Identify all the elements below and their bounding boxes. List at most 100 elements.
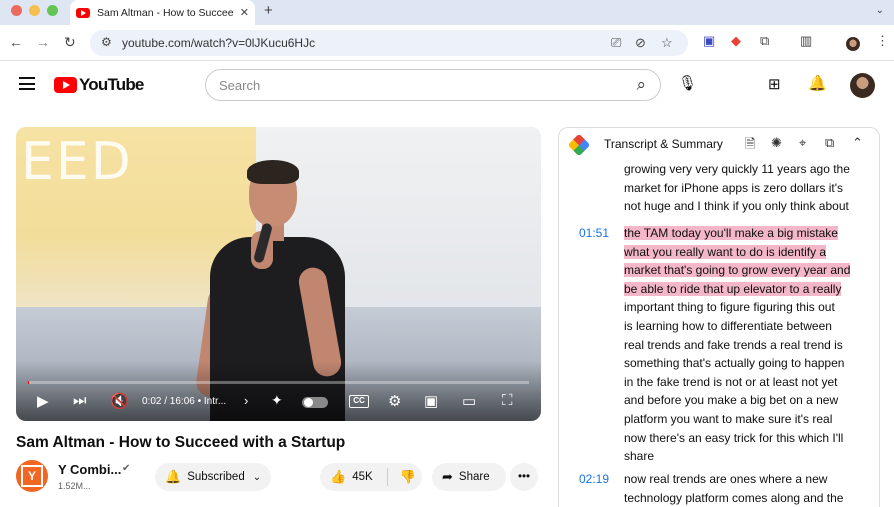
copy-icon[interactable]: ⧉ bbox=[825, 135, 834, 151]
play-icon[interactable]: ▶ bbox=[37, 392, 49, 410]
subscribed-label: Subscribed bbox=[187, 471, 245, 483]
hamburger-menu-icon[interactable] bbox=[19, 77, 35, 94]
kebab-menu-icon[interactable]: ⋮ bbox=[876, 33, 889, 49]
youtube-play-icon bbox=[54, 77, 77, 93]
window-minimize-button[interactable] bbox=[29, 5, 40, 16]
transcript-line-row: the TAM today you'll make a big mistake bbox=[624, 224, 850, 243]
collapse-chevron-icon[interactable]: ⌃ bbox=[852, 135, 863, 151]
transcript-line-row: be able to ride that up elevator to a re… bbox=[624, 280, 850, 299]
transcript-line-row: platform you want to make sure it's real bbox=[624, 410, 850, 429]
transcript-line: is learning how to differentiate between bbox=[624, 318, 832, 333]
reading-list-icon[interactable]: ▥ bbox=[800, 33, 812, 49]
theater-icon[interactable]: ▭ bbox=[462, 392, 476, 410]
thumbs-down-icon[interactable]: 👎 bbox=[400, 469, 416, 485]
window-close-button[interactable] bbox=[11, 5, 22, 16]
thumbs-up-icon[interactable]: 👍 bbox=[330, 469, 346, 485]
address-bar[interactable]: ⚙ youtube.com/watch?v=0lJKucu6HJc ⎚ ⊘ ☆ bbox=[90, 30, 688, 56]
target-icon[interactable]: ⌖ bbox=[799, 135, 806, 151]
transcript-line: technology platform comes along and the bbox=[624, 490, 844, 505]
mute-icon[interactable]: 🔇 bbox=[110, 392, 129, 410]
transcript-timestamp[interactable]: 01:51 bbox=[579, 226, 609, 240]
progress-bar[interactable] bbox=[28, 381, 529, 384]
transcript-line-row: now there's an easy trick for this which… bbox=[624, 429, 850, 448]
transcript-line: market for iPhone apps is zero dollars i… bbox=[624, 180, 844, 195]
search-icon[interactable]: ⌕ bbox=[636, 75, 646, 95]
search-input[interactable]: Search ⌕ bbox=[205, 69, 661, 101]
back-icon[interactable]: ← bbox=[9, 34, 23, 50]
transcript-line: not huge and I think if you only think a… bbox=[624, 199, 849, 214]
sparkle-icon[interactable]: ✦ bbox=[271, 392, 283, 409]
window-zoom-button[interactable] bbox=[47, 5, 58, 16]
transcript-line-row: what you really want to do is identify a bbox=[624, 243, 850, 262]
transcript-line-row: not huge and I think if you only think a… bbox=[624, 197, 850, 216]
transcript-text: now real trends are ones where a new tech… bbox=[624, 470, 843, 507]
bell-icon[interactable]: 🔔 bbox=[808, 74, 827, 92]
transcript-line: important thing to figure figuring this … bbox=[624, 300, 835, 315]
transcript-line: growing very very quickly 11 years ago t… bbox=[624, 162, 850, 176]
transcript-text: growing very very quickly 11 years ago t… bbox=[624, 160, 850, 216]
transcript-line-row: market that's going to grow every year a… bbox=[624, 261, 851, 280]
settings-gear-icon[interactable]: ⚙ bbox=[388, 392, 401, 410]
channel-name[interactable]: Y Combi... bbox=[58, 462, 121, 477]
extension-icon[interactable]: ▣ bbox=[703, 33, 715, 49]
avatar[interactable] bbox=[850, 73, 875, 98]
url-text[interactable]: youtube.com/watch?v=0lJKucu6HJc bbox=[122, 36, 315, 50]
gemini-icon[interactable]: ◆ bbox=[731, 33, 741, 49]
transcript-line-row: in the fake trend is not or at least not… bbox=[624, 373, 850, 392]
controls-gradient bbox=[16, 361, 541, 421]
browser-tab[interactable]: Sam Altman - How to Succee ✕ bbox=[70, 0, 255, 25]
puzzle-icon[interactable]: ⧉ bbox=[760, 33, 769, 49]
subscriber-count: 1.52M... bbox=[58, 481, 91, 491]
transcript-header: Transcript & Summary 🗎 ✺ ⌖ ⧉ ⌃ bbox=[559, 128, 879, 160]
miniplayer-icon[interactable]: ▣ bbox=[424, 392, 438, 410]
transcript-timestamp[interactable]: 02:19 bbox=[579, 472, 609, 486]
reload-icon[interactable]: ↻ bbox=[64, 34, 76, 51]
transcript-logo-icon bbox=[567, 133, 591, 157]
youtube-logo[interactable]: YouTube bbox=[54, 75, 144, 95]
video-player[interactable]: EED ▶ ⏭ 🔇 0:02 / 16:06 • Intr... › ✦ CC … bbox=[16, 127, 541, 421]
channel-avatar[interactable]: Y bbox=[16, 460, 48, 492]
forward-icon[interactable]: → bbox=[36, 34, 50, 50]
transcript-title: Transcript & Summary bbox=[604, 137, 723, 151]
next-icon[interactable]: ⏭ bbox=[73, 392, 87, 409]
cc-icon[interactable]: CC bbox=[349, 395, 369, 408]
chapter-label[interactable]: • Intr... bbox=[198, 396, 227, 407]
profile-icon[interactable] bbox=[846, 37, 860, 51]
mic-icon[interactable]: 🎙 bbox=[678, 74, 697, 92]
transcript-line-row: technology platform comes along and the bbox=[624, 489, 843, 507]
site-settings-icon[interactable]: ⚙ bbox=[101, 35, 112, 49]
notes-icon[interactable]: 🗎 bbox=[745, 135, 755, 157]
speaker-hair bbox=[247, 160, 299, 184]
bookmark-star-icon[interactable]: ☆ bbox=[661, 35, 673, 51]
transcript-text: the TAM today you'll make a big mistake w… bbox=[624, 224, 851, 466]
new-tab-button[interactable]: + bbox=[264, 2, 273, 19]
more-actions-button[interactable]: ••• bbox=[510, 463, 538, 491]
youtube-favicon-icon bbox=[76, 7, 90, 18]
highlighted-transcript-line: be able to ride that up elevator to a re… bbox=[624, 281, 842, 296]
bell-subscribed-icon: 🔔 bbox=[165, 469, 182, 484]
tab-close-icon[interactable]: ✕ bbox=[240, 6, 249, 19]
create-icon[interactable]: ⊞ bbox=[768, 75, 781, 93]
browser-tabstrip: Sam Altman - How to Succee ✕ + ⌄ bbox=[0, 0, 894, 25]
transcript-line: now there's an easy trick for this which… bbox=[624, 430, 844, 445]
transcript-line: now real trends are ones where a new bbox=[624, 472, 828, 486]
openai-icon[interactable]: ✺ bbox=[771, 135, 782, 151]
chapter-chevron-icon[interactable]: › bbox=[244, 393, 248, 408]
transcript-line: platform you want to make sure it's real bbox=[624, 411, 833, 426]
like-count[interactable]: 45K bbox=[352, 471, 372, 483]
transcript-line-row: market for iPhone apps is zero dollars i… bbox=[624, 179, 850, 198]
eye-off-icon[interactable]: ⊘ bbox=[635, 35, 646, 51]
fullscreen-icon[interactable]: ⛶ bbox=[502, 392, 513, 409]
transcript-line: something that's actually going to happe… bbox=[624, 356, 845, 371]
share-button[interactable]: ➦ Share bbox=[432, 463, 506, 491]
autoplay-toggle[interactable] bbox=[302, 397, 328, 408]
transcript-line: real trends and fake trends a real trend… bbox=[624, 337, 843, 352]
subscribed-button[interactable]: 🔔 Subscribed ⌄ bbox=[155, 463, 271, 491]
cast-icon[interactable]: ⎚ bbox=[611, 35, 621, 51]
tab-search-chevron-icon[interactable]: ⌄ bbox=[876, 5, 884, 16]
more-dots-icon: ••• bbox=[517, 471, 531, 483]
transcript-line: in the fake trend is not or at least not… bbox=[624, 374, 838, 389]
transcript-line-row: share bbox=[624, 447, 850, 466]
transcript-line: and before you make a big bet on a new bbox=[624, 393, 839, 408]
like-divider bbox=[386, 468, 388, 486]
